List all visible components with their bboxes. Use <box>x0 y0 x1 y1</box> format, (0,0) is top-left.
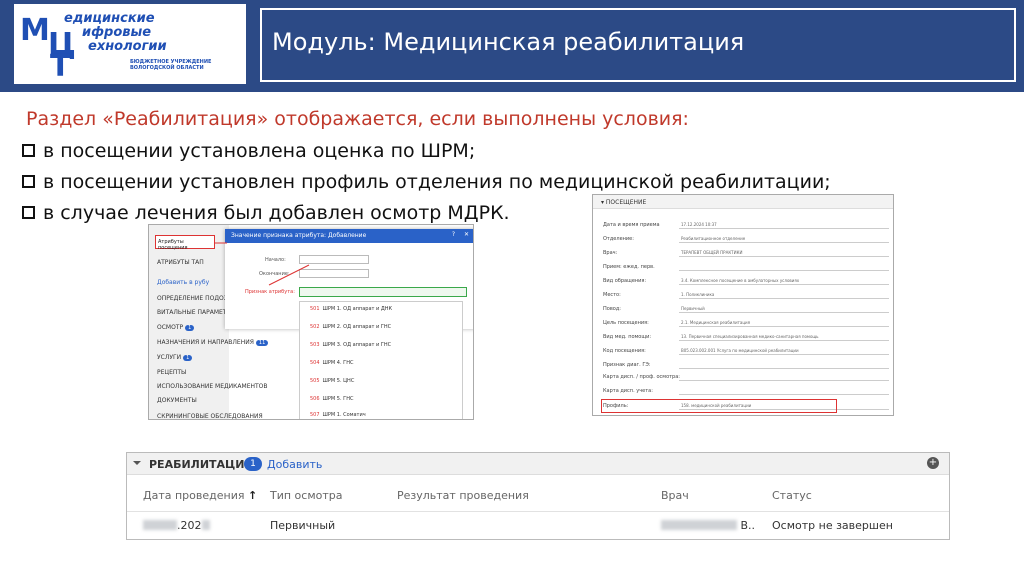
form-row: Цель посещения: 2.1. Медицинская реабилит… <box>603 317 893 329</box>
cell-status: Осмотр не завершен <box>772 519 893 532</box>
form-row: Признак диаг. ГЭ: <box>603 359 893 371</box>
column-header-doctor[interactable]: Врач <box>661 489 689 502</box>
field-label: Вид мед. помощи: <box>603 334 652 340</box>
form-row: Код посещения: B05.023.002.001 Услуга по … <box>603 345 893 357</box>
checkbox-icon <box>22 144 35 157</box>
date-suffix: .202 <box>177 519 202 532</box>
attribute-dialog-screenshot: Атрибуты посещения АТРИБУТЫ ТАП Добавить… <box>148 224 474 420</box>
intro-text: Раздел «Реабилитация» отображается, если… <box>26 108 689 130</box>
field-value[interactable]: 17.12.2024 10:37 <box>679 220 889 229</box>
field-value[interactable] <box>679 360 889 369</box>
field-label: Код посещения: <box>603 348 646 354</box>
field-label: Признак диаг. ГЭ: <box>603 362 651 368</box>
field-value[interactable]: Первичный <box>679 304 889 313</box>
cell-doctor: В.. <box>661 519 755 532</box>
organization-logo: М Ц Т едицинские ифровые ехнологии БЮДЖЕ… <box>14 4 246 84</box>
field-label: Карта дисп. учета: <box>603 388 653 394</box>
page-title: Модуль: Медицинская реабилитация <box>272 28 745 56</box>
field-label: Место: <box>603 292 621 298</box>
logo-line-1: едицинские <box>64 11 155 26</box>
form-row: Дата и время приема 17.12.2024 10:37 <box>603 219 893 231</box>
plus-icon[interactable]: + <box>927 457 939 469</box>
checkbox-icon <box>22 175 35 188</box>
field-label: Отделение: <box>603 236 634 242</box>
logo-line-2: ифровые <box>82 25 152 40</box>
column-label: Дата проведения <box>143 489 245 502</box>
section-title: ПОСЕЩЕНИЕ <box>605 199 647 206</box>
column-header-type[interactable]: Тип осмотра <box>270 489 343 502</box>
form-row: Вид обращения: 3.4. Комплексное посещение… <box>603 275 893 287</box>
field-value[interactable]: Реабилитационное отделение <box>679 234 889 243</box>
field-value[interactable]: B05.023.002.001 Услуга по медицинской ре… <box>679 346 889 355</box>
profile-highlight-box <box>601 399 837 413</box>
header-divider <box>127 511 949 512</box>
field-label: Врач: <box>603 250 618 256</box>
field-value[interactable]: 2.1. Медицинская реабилитация <box>679 318 889 327</box>
panel-title: РЕАБИЛИТАЦИЯ <box>149 458 253 471</box>
field-value[interactable] <box>679 372 889 381</box>
condition-text: в случае лечения был добавлен осмотр МДР… <box>43 202 510 224</box>
form-row: Карта дисп. учета: <box>603 385 893 397</box>
condition-item: в случае лечения был добавлен осмотр МДР… <box>22 202 510 224</box>
column-header-date[interactable]: Дата проведения ↑ <box>143 489 257 502</box>
doctor-suffix: В.. <box>740 519 756 532</box>
condition-text: в посещении установлена оценка по ШРМ; <box>43 140 476 162</box>
form-row: Вид мед. помощи: 13. Первичная специализи… <box>603 331 893 343</box>
field-value[interactable]: 13. Первичная специализированная медико-… <box>679 332 889 341</box>
field-label: Цель посещения: <box>603 320 649 326</box>
redacted-value <box>661 520 737 530</box>
field-value[interactable]: 3.4. Комплексное посещение в амбулаторны… <box>679 276 889 285</box>
redacted-value <box>201 520 210 530</box>
field-label: Вид обращения: <box>603 278 647 284</box>
annotation-arrows <box>215 242 310 286</box>
logo-line-3: ехнологии <box>88 39 167 54</box>
add-link[interactable]: Добавить <box>267 458 322 471</box>
checkbox-icon <box>22 206 35 219</box>
condition-item: в посещении установлена оценка по ШРМ; <box>22 140 475 162</box>
chevron-down-icon[interactable] <box>133 459 141 467</box>
cell-type: Первичный <box>270 519 336 532</box>
form-row: Повод: Первичный <box>603 303 893 315</box>
rehabilitation-panel: РЕАБИЛИТАЦИЯ 1 Добавить + Дата проведени… <box>126 452 950 540</box>
sort-arrow-icon[interactable]: ↑ <box>248 489 257 502</box>
condition-item: в посещении установлен профиль отделения… <box>22 171 831 193</box>
form-row: Место: 1. Поликлиника <box>603 289 893 301</box>
field-value[interactable] <box>679 262 889 271</box>
panel-header: РЕАБИЛИТАЦИЯ 1 Добавить + <box>127 453 949 475</box>
logo-subtitle: БЮДЖЕТНОЕ УЧРЕЖДЕНИЕ ВОЛОГОДСКОЙ ОБЛАСТИ <box>130 59 212 71</box>
form-row: Врач: ТЕРАПЕВТ ОБЩЕЙ ПРАКТИКИ <box>603 247 893 259</box>
count-badge: 1 <box>244 457 262 471</box>
form-row: Отделение: Реабилитационное отделение <box>603 233 893 245</box>
field-value[interactable] <box>679 386 889 395</box>
field-value[interactable]: 1. Поликлиника <box>679 290 889 299</box>
column-header-result[interactable]: Результат проведения <box>397 489 529 502</box>
title-panel: Модуль: Медицинская реабилитация <box>260 8 1016 82</box>
section-header: ▾ ПОСЕЩЕНИЕ <box>593 195 893 209</box>
logo-wordmark: едицинские ифровые ехнологии <box>64 12 167 54</box>
field-label: Прием: ежед. перв. <box>603 264 655 270</box>
logo-letter-t: Т <box>50 49 71 84</box>
redacted-value <box>143 520 177 530</box>
form-row: Карта дисп. / проф. осмотра: <box>603 371 893 383</box>
field-label: Повод: <box>603 306 621 312</box>
visit-form-screenshot: ▾ ПОСЕЩЕНИЕ Дата и время приема 17.12.202… <box>592 194 894 416</box>
logo-letter-m: М <box>20 13 50 48</box>
cell-date: .202 <box>143 519 210 532</box>
column-header-status[interactable]: Статус <box>772 489 812 502</box>
field-label: Карта дисп. / проф. осмотра: <box>603 374 680 380</box>
condition-text: в посещении установлен профиль отделения… <box>43 171 831 193</box>
header-bar: М Ц Т едицинские ифровые ехнологии БЮДЖЕ… <box>0 0 1024 92</box>
field-value[interactable]: ТЕРАПЕВТ ОБЩЕЙ ПРАКТИКИ <box>679 248 889 257</box>
field-label: Дата и время приема <box>603 222 660 228</box>
form-row: Прием: ежед. перв. <box>603 261 893 273</box>
